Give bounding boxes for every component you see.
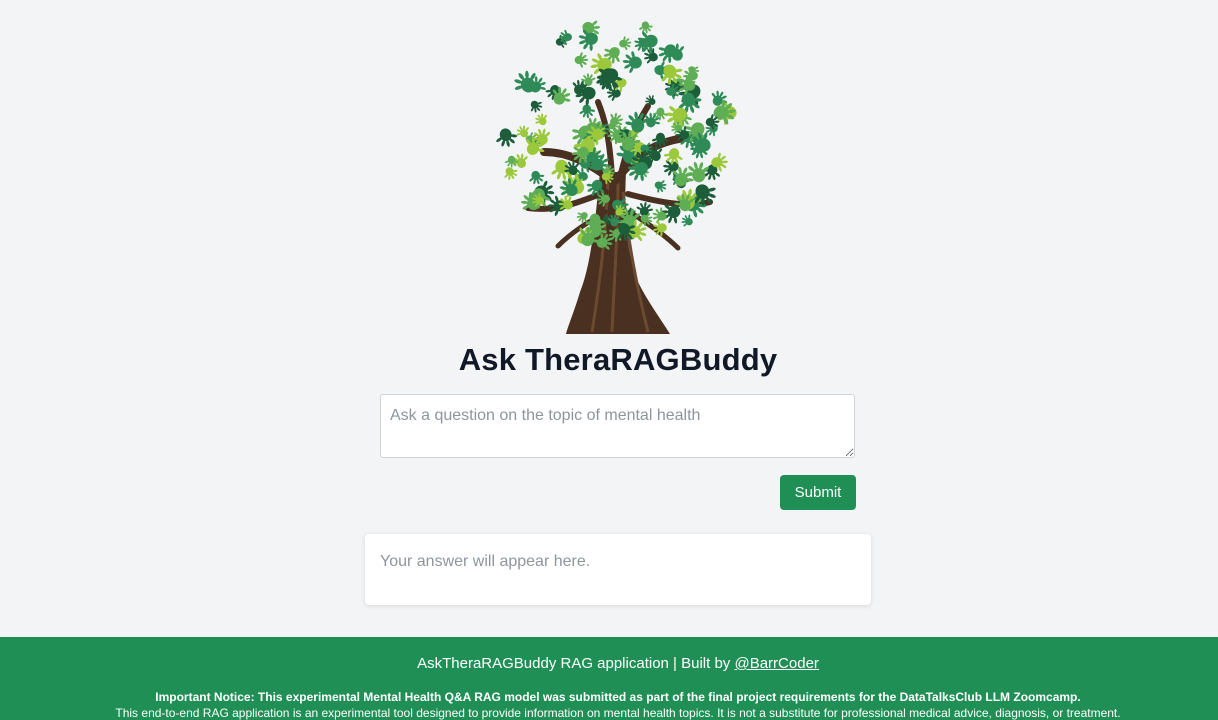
answer-card: Your answer will appear here. — [365, 534, 871, 605]
footer-credit-text: AskTheraRAGBuddy RAG application | Built… — [417, 655, 731, 672]
important-notice-text: This end-to-end RAG application is an ex… — [115, 706, 1121, 720]
answer-placeholder: Your answer will appear here. — [380, 553, 591, 570]
footer-credit: AskTheraRAGBuddy RAG application | Built… — [0, 655, 1218, 672]
question-input[interactable] — [380, 394, 855, 458]
page-title: Ask TheraRAGBuddy — [458, 342, 778, 377]
page: Ask TheraRAGBuddy Submit Your answer wil… — [0, 0, 1218, 720]
important-notice-title: Important Notice: This experimental Ment… — [155, 690, 1081, 704]
hands-tree-icon — [496, 20, 737, 334]
submit-button[interactable]: Submit — [780, 475, 856, 510]
footer: AskTheraRAGBuddy RAG application | Built… — [0, 637, 1218, 720]
hand-leaves — [496, 20, 737, 250]
author-link[interactable]: @BarrCoder — [734, 655, 818, 672]
